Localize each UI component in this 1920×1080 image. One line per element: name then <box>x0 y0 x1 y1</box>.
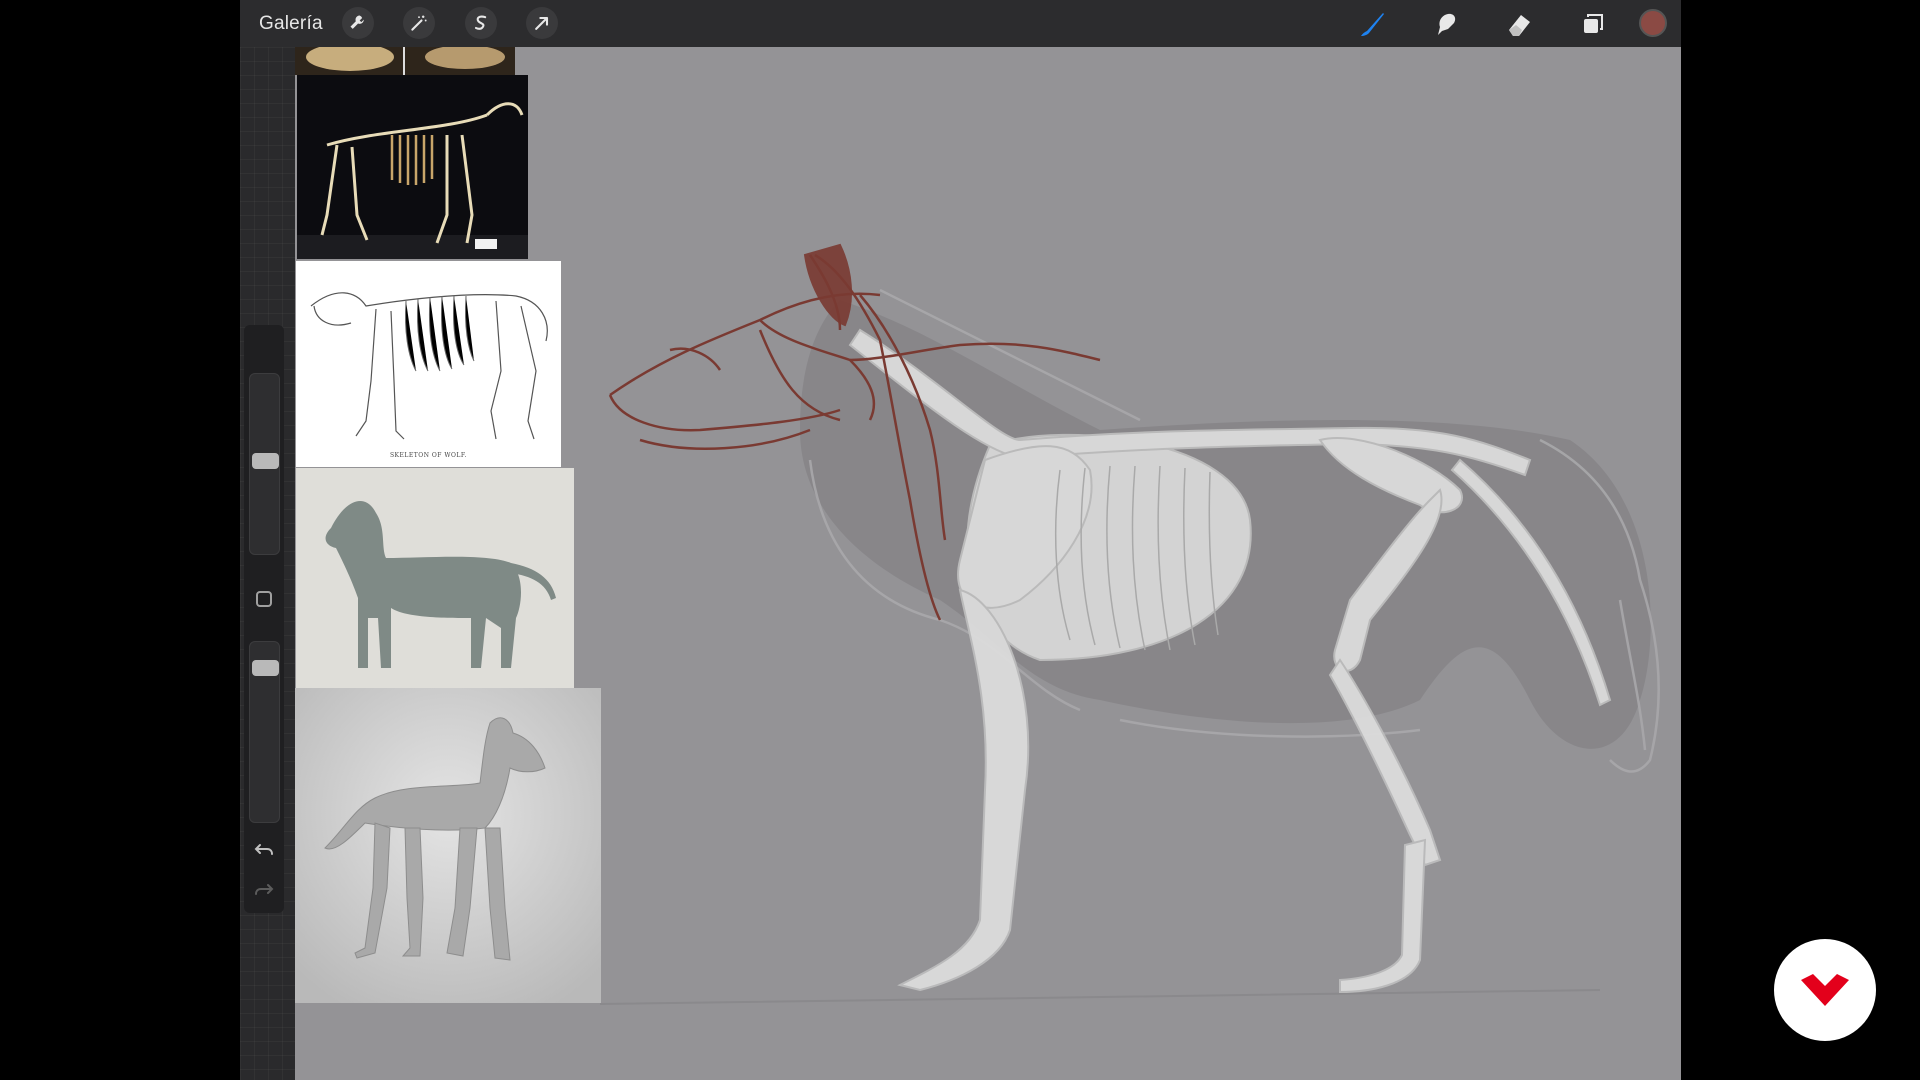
ref-skeleton-engraving[interactable]: SKELETON OF WOLF. <box>296 261 561 467</box>
transform-arrow-icon[interactable] <box>526 7 558 39</box>
eraser-icon[interactable] <box>1502 7 1536 41</box>
selection-s-icon[interactable] <box>465 7 497 39</box>
top-toolbar: Galería <box>240 0 1681 47</box>
domestika-logo-icon <box>1801 974 1849 1006</box>
muscle-render-image <box>295 688 601 1003</box>
left-sidebar <box>240 47 295 1080</box>
brush-icon[interactable] <box>1355 7 1389 41</box>
modify-square-button[interactable] <box>256 591 272 607</box>
ref-skeleton-photo[interactable] <box>297 75 528 259</box>
redo-icon[interactable] <box>252 877 276 901</box>
ear-sketch <box>803 243 853 327</box>
wrench-icon[interactable] <box>342 7 374 39</box>
color-swatch[interactable] <box>1639 9 1667 37</box>
undo-icon[interactable] <box>252 837 276 861</box>
magic-wand-icon[interactable] <box>403 7 435 39</box>
engraving-caption: SKELETON OF WOLF. <box>389 452 468 459</box>
muscle-model-image <box>296 468 574 688</box>
skeleton-engraving-image <box>310 292 548 440</box>
domestika-logo <box>1774 939 1876 1041</box>
smudge-icon[interactable] <box>1428 7 1462 41</box>
ref-muscle-model-photo[interactable] <box>296 468 574 688</box>
brush-size-slider[interactable] <box>249 373 280 555</box>
procreate-app: SKELETON OF WOLF. Galería <box>240 0 1681 1080</box>
ref-muscle-render[interactable] <box>295 688 601 1003</box>
skeleton-photo-image <box>297 75 528 259</box>
skull-image <box>295 47 515 75</box>
sidebar-controls <box>244 325 284 913</box>
gallery-button[interactable]: Galería <box>259 0 323 47</box>
brush-size-thumb[interactable] <box>252 452 279 469</box>
opacity-slider[interactable] <box>249 641 280 823</box>
layers-icon[interactable] <box>1576 7 1610 41</box>
opacity-thumb[interactable] <box>252 660 279 676</box>
ref-skull-photo[interactable] <box>295 47 515 75</box>
